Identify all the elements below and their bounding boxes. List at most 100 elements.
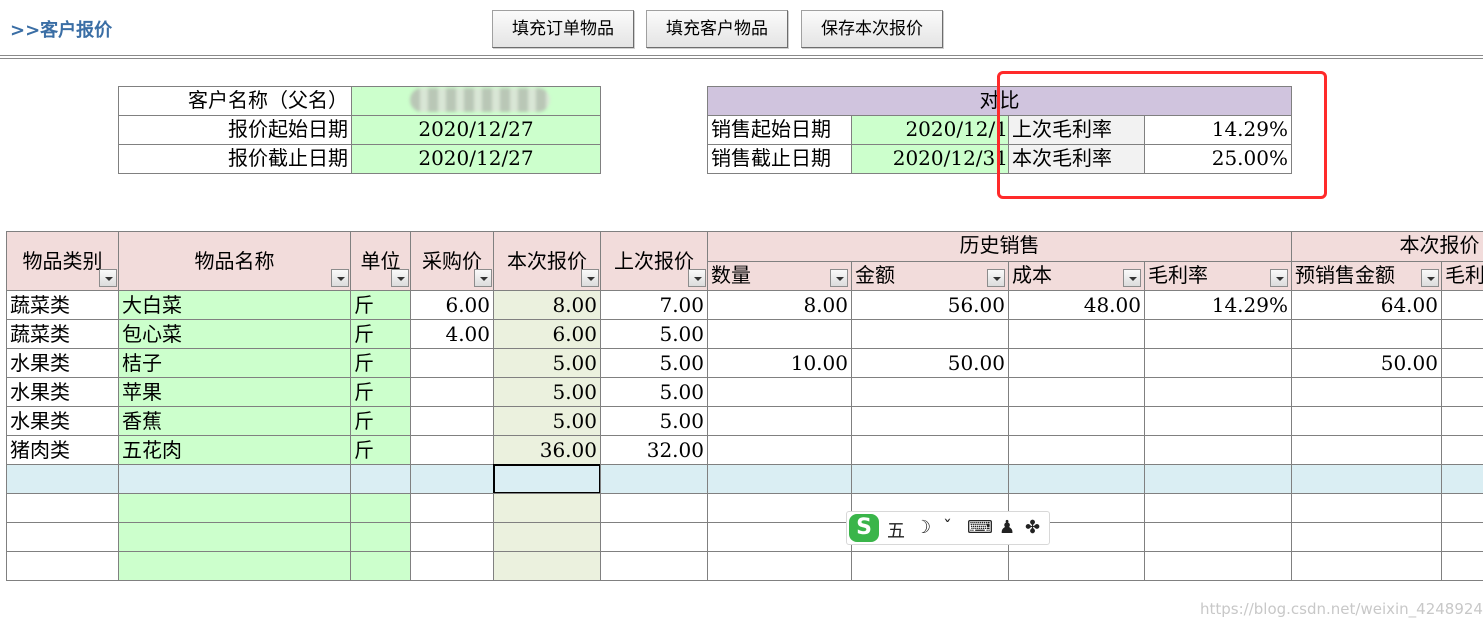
filter-dropdown-icon[interactable] (830, 269, 848, 287)
cell-current-quote[interactable] (493, 522, 601, 552)
sales-end-date-field[interactable]: 2020/12/31 (851, 144, 1009, 174)
cell-category: 水果类 (6, 348, 119, 378)
quote-end-date-field[interactable]: 2020/12/27 (351, 144, 601, 174)
cell-purchase-price[interactable] (410, 377, 494, 407)
cell-pre-sales-amount (1291, 464, 1442, 494)
punctuation-icon[interactable]: ˇ (943, 517, 952, 538)
cell-category: 猪肉类 (6, 435, 119, 465)
cell-item-name[interactable]: 包心菜 (118, 319, 351, 349)
cell-last-quote (600, 522, 708, 552)
filter-dropdown-icon[interactable] (1270, 269, 1288, 287)
moon-icon[interactable]: ☽ (915, 517, 931, 538)
quote-end-date-label: 报价截止日期 (118, 144, 352, 174)
filter-dropdown-icon[interactable] (1421, 269, 1439, 287)
cell-unit[interactable]: 斤 (350, 290, 411, 320)
cell-current-quote[interactable]: 5.00 (493, 406, 601, 436)
redacted-customer-name (410, 88, 550, 112)
cell-amount: 56.00 (851, 290, 1009, 320)
cell-pre-sales-amount: 50.00 (1291, 348, 1442, 378)
filter-dropdown-icon[interactable] (1123, 269, 1141, 287)
wubi-mode-icon[interactable]: 五 (887, 517, 905, 543)
cell-unit[interactable] (350, 493, 411, 523)
cell-item-name[interactable]: 桔子 (118, 348, 351, 378)
user-icon[interactable]: ♟ (999, 517, 1015, 538)
header-group-history: 历史销售 (707, 231, 1292, 262)
sales-start-date-field[interactable]: 2020/12/1 (851, 115, 1009, 145)
keyboard-icon[interactable]: ⌨ (967, 517, 993, 538)
cell-purchase-price[interactable]: 6.00 (410, 290, 494, 320)
filter-dropdown-icon[interactable] (331, 269, 349, 287)
cell-unit[interactable]: 斤 (350, 435, 411, 465)
cell-purchase-price[interactable] (410, 406, 494, 436)
toolbox-icon[interactable]: ✤ (1025, 517, 1040, 538)
cell-cost (1008, 464, 1145, 494)
cell-last-quote: 7.00 (600, 290, 708, 320)
header-amount: 金额 (851, 261, 1009, 291)
ime-toolbar[interactable]: S 五 ☽ ˇ ⌨ ♟ ✤ (846, 511, 1050, 545)
cell-item-name[interactable]: 五花肉 (118, 435, 351, 465)
cell-amount (851, 551, 1009, 581)
cell-unit[interactable]: 斤 (350, 377, 411, 407)
cell-amount (851, 377, 1009, 407)
cell-current-quote[interactable]: 6.00 (493, 319, 601, 349)
cell-margin-rate (1144, 377, 1292, 407)
cell-purchase-price[interactable] (410, 493, 494, 523)
cell-pre-sales-amount (1291, 435, 1442, 465)
cell-item-name[interactable]: 大白菜 (118, 290, 351, 320)
filter-dropdown-icon[interactable] (987, 269, 1005, 287)
cell-cost (1008, 406, 1145, 436)
cell-unit[interactable]: 斤 (350, 348, 411, 378)
cell-purchase-price[interactable] (410, 435, 494, 465)
cell-current-quote[interactable]: 8.00 (493, 290, 601, 320)
filter-dropdown-icon[interactable] (688, 269, 706, 287)
filter-dropdown-icon[interactable] (391, 269, 409, 287)
filter-dropdown-icon[interactable] (99, 269, 117, 287)
cell-last-quote: 32.00 (600, 435, 708, 465)
cell-item-name[interactable] (118, 522, 351, 552)
cell-pre-sales-amount (1291, 406, 1442, 436)
cell-profit (1441, 551, 1483, 581)
header-current-quote-label: 本次报价 (507, 249, 587, 273)
cell-quantity (707, 551, 852, 581)
cell-unit[interactable]: 斤 (350, 319, 411, 349)
cell-purchase-price[interactable] (410, 464, 494, 494)
header-group-current: 本次报价 (1291, 231, 1483, 262)
cell-item-name[interactable] (118, 493, 351, 523)
cell-purchase-price[interactable] (410, 551, 494, 581)
sogou-logo-icon[interactable]: S (849, 514, 879, 542)
cell-current-quote[interactable]: 5.00 (493, 377, 601, 407)
cell-cost: 48.00 (1008, 290, 1145, 320)
cell-unit[interactable] (350, 464, 411, 494)
cell-cost (1008, 348, 1145, 378)
cell-current-quote[interactable] (493, 493, 601, 523)
cell-current-quote[interactable]: 5.00 (493, 348, 601, 378)
cell-item-name[interactable] (118, 464, 351, 494)
cell-current-quote[interactable] (493, 464, 601, 494)
cell-pre-sales-amount (1291, 377, 1442, 407)
cell-item-name[interactable] (118, 551, 351, 581)
save-quote-button[interactable]: 保存本次报价 (801, 10, 943, 48)
cell-last-quote: 5.00 (600, 319, 708, 349)
cell-item-name[interactable]: 苹果 (118, 377, 351, 407)
cell-amount (851, 464, 1009, 494)
cell-purchase-price[interactable] (410, 522, 494, 552)
fill-order-items-button[interactable]: 填充订单物品 (492, 10, 634, 48)
cell-item-name[interactable]: 香蕉 (118, 406, 351, 436)
cell-category: 水果类 (6, 377, 119, 407)
cell-unit[interactable] (350, 522, 411, 552)
filter-dropdown-icon[interactable] (581, 269, 599, 287)
cell-pre-sales-amount (1291, 522, 1442, 552)
header-purchase-price-label: 采购价 (422, 249, 482, 273)
cell-current-quote[interactable]: 36.00 (493, 435, 601, 465)
filter-dropdown-icon[interactable] (474, 269, 492, 287)
cell-purchase-price[interactable] (410, 348, 494, 378)
cell-unit[interactable] (350, 551, 411, 581)
cell-purchase-price[interactable]: 4.00 (410, 319, 494, 349)
cell-quantity (707, 435, 852, 465)
fill-customer-items-button[interactable]: 填充客户物品 (646, 10, 788, 48)
cell-pre-sales-amount (1291, 551, 1442, 581)
cell-current-quote[interactable] (493, 551, 601, 581)
cell-profit (1441, 377, 1483, 407)
quote-start-date-field[interactable]: 2020/12/27 (351, 115, 601, 145)
cell-unit[interactable]: 斤 (350, 406, 411, 436)
